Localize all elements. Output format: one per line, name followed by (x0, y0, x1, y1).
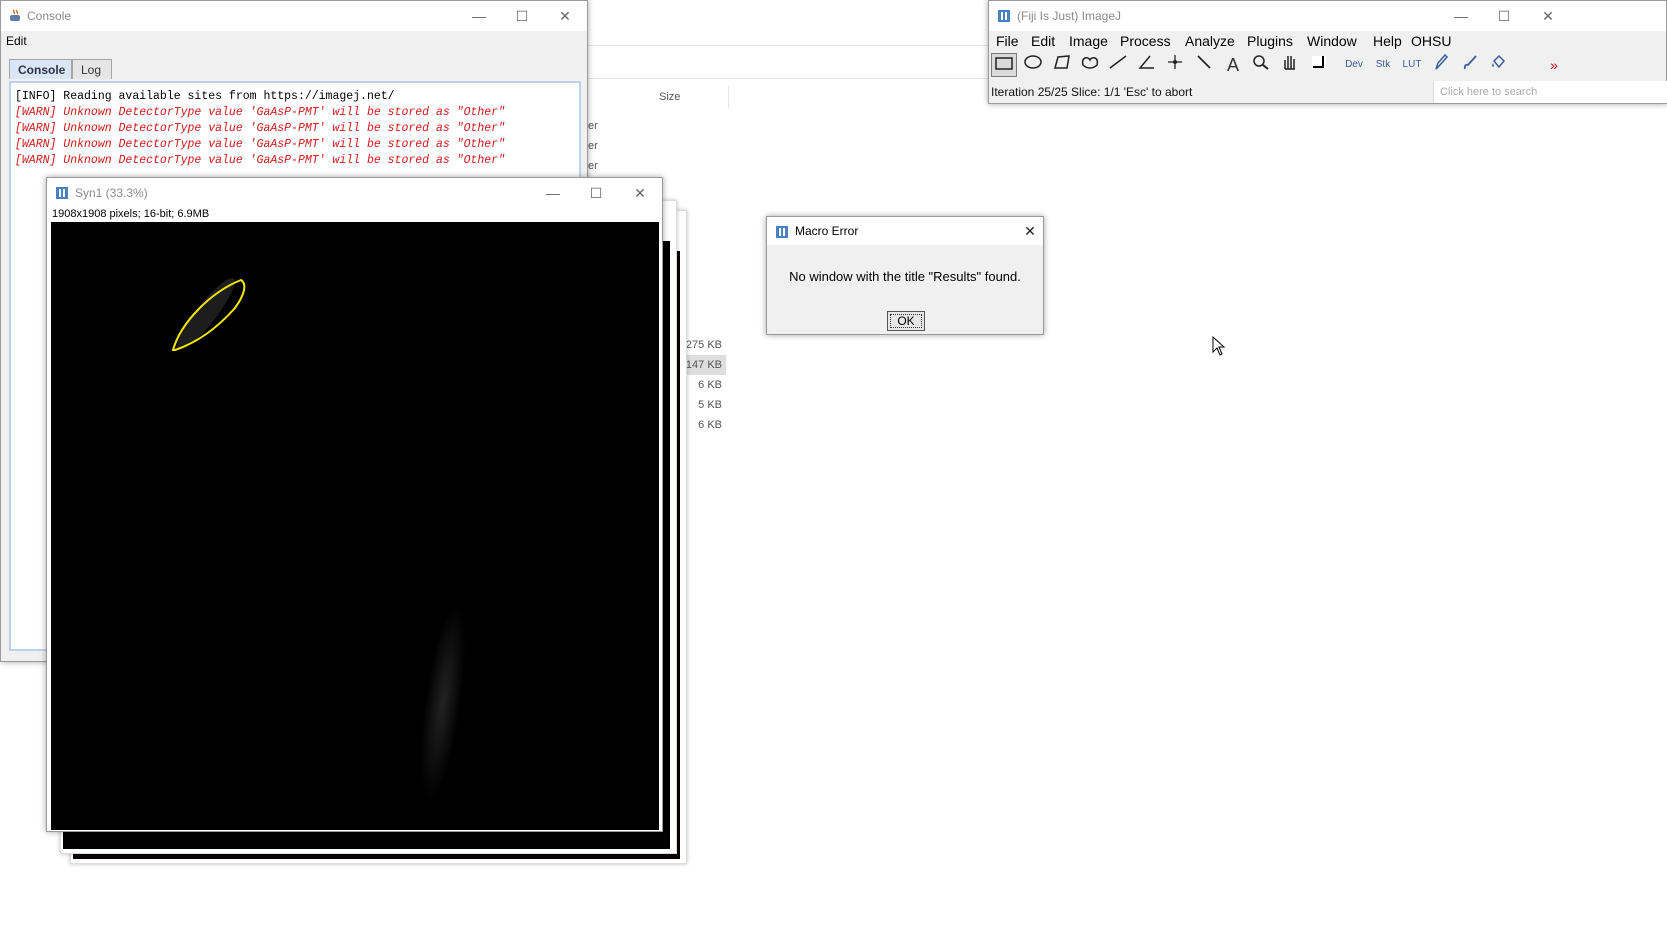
console-titlebar[interactable]: Console — ☐ ✕ (1, 1, 587, 31)
polygon-tool-icon[interactable] (1049, 53, 1075, 77)
lut-tool-icon[interactable]: LUT (1399, 53, 1425, 77)
imagej-icon (56, 187, 68, 199)
menu-file[interactable]: File (996, 33, 1019, 49)
close-icon[interactable]: ✕ (625, 182, 655, 204)
rectangle-tool-icon[interactable] (991, 53, 1017, 77)
explorer-divider (588, 78, 988, 79)
minimize-icon[interactable]: — (464, 5, 494, 27)
maximize-icon[interactable]: ☐ (1489, 5, 1519, 27)
imagej-title: (Fiji Is Just) ImageJ (1017, 9, 1122, 23)
freehand-tool-icon[interactable] (1077, 53, 1103, 77)
image-info: 1908x1908 pixels; 16-bit; 6.9MB (52, 208, 210, 220)
console-line: [WARN] Unknown DetectorType value 'GaAsP… (15, 154, 505, 167)
console-line: [WARN] Unknown DetectorType value 'GaAsP… (15, 106, 505, 119)
menu-analyze[interactable]: Analyze (1185, 33, 1235, 49)
macro-error-dialog: Macro Error ✕ No window with the title "… (766, 216, 1044, 335)
search-input[interactable]: Click here to search (1433, 81, 1667, 103)
imagej-menubar: File Edit Image Process Analyze Plugins … (989, 31, 1666, 51)
image-canvas[interactable] (51, 222, 659, 830)
wand-tool-icon[interactable] (1191, 53, 1217, 77)
dialog-title: Macro Error (795, 224, 859, 238)
menu-window[interactable]: Window (1307, 33, 1357, 49)
mouse-cursor-icon (1212, 336, 1226, 356)
menu-process[interactable]: Process (1120, 33, 1171, 49)
dev-tool-icon[interactable]: Dev (1341, 53, 1367, 77)
console-title: Console (27, 9, 72, 23)
maximize-icon[interactable]: ☐ (507, 5, 537, 27)
angle-tool-icon[interactable] (1134, 53, 1160, 77)
oval-tool-icon[interactable] (1020, 53, 1046, 77)
tab-console[interactable]: Console (9, 59, 72, 79)
flood-fill-tool-icon[interactable] (1485, 53, 1511, 77)
console-line: [INFO] Reading available sites from http… (15, 90, 395, 103)
size-column-header[interactable]: Size (659, 91, 680, 103)
image-window: Syn1 (33.3%) — ☐ ✕ 1908x1908 pixels; 16-… (46, 177, 663, 832)
file-row-fragment: er (588, 160, 598, 172)
file-row-fragment: er (588, 140, 598, 152)
tab-log[interactable]: Log (72, 59, 112, 79)
pencil-tool-icon[interactable] (1428, 53, 1454, 77)
line-tool-icon[interactable] (1105, 53, 1131, 77)
magnifier-tool-icon[interactable] (1248, 53, 1274, 77)
dialog-titlebar[interactable]: Macro Error ✕ (767, 217, 1043, 245)
imagej-toolbar: A Dev Stk LUT » (989, 51, 1666, 79)
explorer-divider (588, 45, 988, 46)
file-row-fragment: er (588, 120, 598, 132)
dialog-message: No window with the title "Results" found… (789, 269, 1021, 284)
hand-tool-icon[interactable] (1277, 53, 1303, 77)
status-text: Iteration 25/25 Slice: 1/1 'Esc' to abor… (991, 85, 1193, 99)
menu-edit[interactable]: Edit (1031, 33, 1055, 49)
imagej-icon (776, 226, 788, 238)
minimize-icon[interactable]: — (1446, 5, 1476, 27)
color-picker-tool-icon[interactable] (1306, 53, 1332, 77)
console-line: [WARN] Unknown DetectorType value 'GaAsP… (15, 138, 505, 151)
minimize-icon[interactable]: — (538, 182, 568, 204)
cell-body (420, 602, 466, 802)
more-tools-icon[interactable]: » (1541, 53, 1567, 77)
close-icon[interactable]: ✕ (1015, 220, 1045, 242)
menu-image[interactable]: Image (1069, 33, 1108, 49)
close-icon[interactable]: ✕ (550, 5, 580, 27)
imagej-icon (998, 10, 1010, 22)
brush-tool-icon[interactable] (1457, 53, 1483, 77)
roi-overlay[interactable] (51, 222, 659, 830)
menu-help[interactable]: Help (1373, 33, 1402, 49)
close-icon[interactable]: ✕ (1533, 5, 1563, 27)
menu-ohsu[interactable]: OHSU (1411, 33, 1451, 49)
ok-button[interactable]: OK (887, 311, 925, 331)
menu-plugins[interactable]: Plugins (1247, 33, 1293, 49)
java-icon (10, 9, 20, 21)
maximize-icon[interactable]: ☐ (581, 182, 611, 204)
menu-edit[interactable]: Edit (6, 34, 27, 48)
imagej-main-window: (Fiji Is Just) ImageJ — ☐ ✕ File Edit Im… (988, 0, 1667, 104)
column-divider (728, 86, 729, 108)
text-tool-icon[interactable]: A (1220, 53, 1246, 77)
imagej-titlebar[interactable]: (Fiji Is Just) ImageJ — ☐ ✕ (989, 1, 1666, 31)
image-title: Syn1 (33.3%) (75, 186, 148, 200)
console-line: [WARN] Unknown DetectorType value 'GaAsP… (15, 122, 505, 135)
stk-tool-icon[interactable]: Stk (1370, 53, 1396, 77)
image-titlebar[interactable]: Syn1 (33.3%) — ☐ ✕ (47, 178, 662, 208)
point-tool-icon[interactable] (1162, 53, 1188, 77)
